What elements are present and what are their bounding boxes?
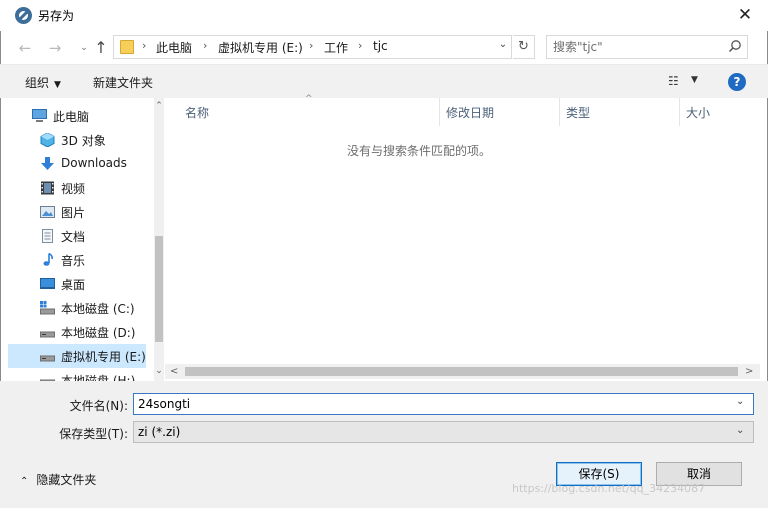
close-button[interactable]: ✕ — [722, 0, 768, 31]
sidebar-item-label: 本地磁盘 (H:) — [61, 374, 136, 381]
drive-icon — [40, 331, 55, 338]
horizontal-scrollbar[interactable]: < > — [165, 364, 760, 379]
breadcrumb-this-pc[interactable]: 此电脑 — [156, 39, 192, 56]
column-header-size[interactable]: 大小 — [686, 104, 710, 121]
system-drive-icon — [40, 301, 55, 315]
scrollbar-thumb[interactable] — [155, 236, 163, 342]
sidebar-item-videos[interactable]: 视频 — [8, 176, 146, 200]
picture-icon — [40, 206, 55, 218]
forward-button[interactable]: → — [44, 37, 66, 59]
column-header-type[interactable]: 类型 — [566, 104, 590, 121]
help-icon[interactable]: ? — [728, 73, 746, 91]
sidebar-item-label: 文档 — [61, 230, 86, 244]
filetype-label: 保存类型(T): — [59, 427, 128, 441]
chevron-down-icon[interactable]: ⌄ — [736, 425, 744, 436]
breadcrumb-work[interactable]: 工作 — [324, 39, 348, 56]
sidebar-item-documents[interactable]: 文档 — [8, 224, 146, 248]
organize-label: 组织 — [25, 76, 50, 90]
sidebar-item-pictures[interactable]: 图片 — [8, 200, 146, 224]
organize-button[interactable]: 组织 ▼ — [25, 74, 61, 91]
search-box[interactable] — [546, 35, 748, 59]
breadcrumb-tjc[interactable]: tjc — [373, 39, 388, 53]
sidebar-item-drive-d[interactable]: 本地磁盘 (D:) — [8, 320, 146, 344]
3d-objects-icon — [40, 133, 55, 147]
breadcrumb-drive-e[interactable]: 虚拟机专用 (E:) — [218, 39, 303, 56]
column-divider[interactable] — [559, 98, 560, 126]
scroll-up-icon[interactable]: ⌃ — [154, 101, 164, 111]
window-title: 另存为 — [38, 9, 75, 23]
music-icon — [43, 253, 53, 266]
computer-icon — [32, 109, 47, 122]
back-button[interactable]: ← — [14, 37, 36, 59]
breadcrumb-separator-icon: › — [309, 39, 314, 52]
column-divider[interactable] — [439, 98, 440, 126]
sidebar-item-downloads[interactable]: Downloads — [8, 152, 146, 176]
title-bar: 另存为 ✕ — [0, 0, 768, 31]
chevron-down-icon[interactable]: ⌄ — [736, 396, 744, 407]
sidebar-item-label: Downloads — [61, 156, 127, 170]
hide-folders-toggle[interactable]: ⌃ 隐藏文件夹 — [20, 471, 96, 488]
caret-down-icon: ▼ — [54, 80, 61, 90]
address-dropdown-icon[interactable]: ⌄ — [496, 39, 510, 50]
sidebar-item-3d-objects[interactable]: 3D 对象 — [8, 128, 146, 152]
navigation-pane: 此电脑 3D 对象 Downloads 视频 图片 文档 音乐 桌面 本地磁盘 … — [8, 98, 164, 381]
sidebar-item-label: 3D 对象 — [61, 134, 106, 148]
folder-icon — [120, 40, 134, 54]
watermark-text: https://blog.csdn.net/qq_34234087 — [512, 482, 706, 495]
sidebar-item-drive-c[interactable]: 本地磁盘 (C:) — [8, 296, 146, 320]
sidebar-item-label: 桌面 — [61, 278, 86, 292]
chevron-up-icon: ⌃ — [20, 476, 29, 487]
new-folder-button[interactable]: 新建文件夹 — [93, 74, 153, 91]
breadcrumb-separator-icon: › — [142, 39, 147, 52]
toolbar: 组织 ▼ 新建文件夹 ☷ ▼ ? — [0, 64, 768, 98]
scrollbar-thumb[interactable] — [185, 367, 738, 376]
sidebar-item-desktop[interactable]: 桌面 — [8, 272, 146, 296]
video-icon — [41, 181, 54, 195]
sidebar-item-label: 本地磁盘 (D:) — [61, 326, 136, 340]
refresh-button[interactable]: ↻ — [513, 35, 535, 59]
sidebar-item-label: 虚拟机专用 (E:) — [61, 350, 146, 364]
hide-folders-label: 隐藏文件夹 — [36, 473, 97, 487]
sort-indicator-icon: ^ — [305, 94, 313, 104]
view-options-icon[interactable]: ☷ — [668, 74, 679, 88]
sidebar-item-drive-e[interactable]: 虚拟机专用 (E:) — [8, 344, 146, 368]
filename-label: 文件名(N): — [69, 399, 128, 413]
sidebar-item-drive-h[interactable]: 本地磁盘 (H:) — [8, 368, 146, 381]
filename-combobox[interactable]: ⌄ — [133, 393, 754, 415]
search-input[interactable] — [553, 39, 723, 55]
desktop-icon — [40, 278, 55, 289]
sidebar-item-label: 本地磁盘 (C:) — [61, 302, 135, 316]
filetype-select[interactable]: zi (*.zi) ⌄ — [133, 421, 754, 443]
scroll-right-icon[interactable]: > — [745, 364, 753, 379]
drive-icon — [40, 355, 55, 362]
breadcrumb-separator-icon: › — [358, 39, 363, 52]
sidebar-scrollbar[interactable]: ⌃ ⌄ — [154, 98, 164, 381]
sidebar-item-label: 视频 — [61, 182, 86, 196]
filetype-value: zi (*.zi) — [138, 425, 181, 439]
up-button[interactable]: ↑ — [90, 37, 112, 59]
column-header-modified[interactable]: 修改日期 — [446, 104, 494, 121]
address-bar[interactable]: › 此电脑 › 虚拟机专用 (E:) › 工作 › tjc ⌄ — [113, 35, 512, 59]
sidebar-item-label: 音乐 — [61, 254, 86, 268]
drive-icon — [40, 379, 55, 381]
document-icon — [42, 229, 53, 243]
column-header-name[interactable]: 名称 — [185, 104, 209, 121]
file-list[interactable]: ^ 名称 修改日期 类型 大小 没有与搜索条件匹配的项。 < > — [165, 94, 760, 381]
caret-down-icon[interactable]: ▼ — [691, 75, 698, 85]
sidebar-item-label: 图片 — [61, 206, 86, 220]
scroll-down-icon[interactable]: ⌄ — [154, 366, 164, 376]
download-icon — [41, 157, 54, 170]
sidebar-item-music[interactable]: 音乐 — [8, 248, 146, 272]
app-icon — [15, 7, 32, 24]
scroll-left-icon[interactable]: < — [170, 364, 178, 379]
column-divider[interactable] — [679, 98, 680, 126]
filename-input[interactable] — [138, 396, 728, 412]
breadcrumb-separator-icon: › — [203, 39, 208, 52]
empty-message: 没有与搜索条件匹配的项。 — [346, 144, 491, 158]
sidebar-item-label: 此电脑 — [53, 110, 90, 124]
search-icon[interactable] — [728, 39, 742, 53]
sidebar-item-this-pc[interactable]: 此电脑 — [8, 104, 146, 128]
